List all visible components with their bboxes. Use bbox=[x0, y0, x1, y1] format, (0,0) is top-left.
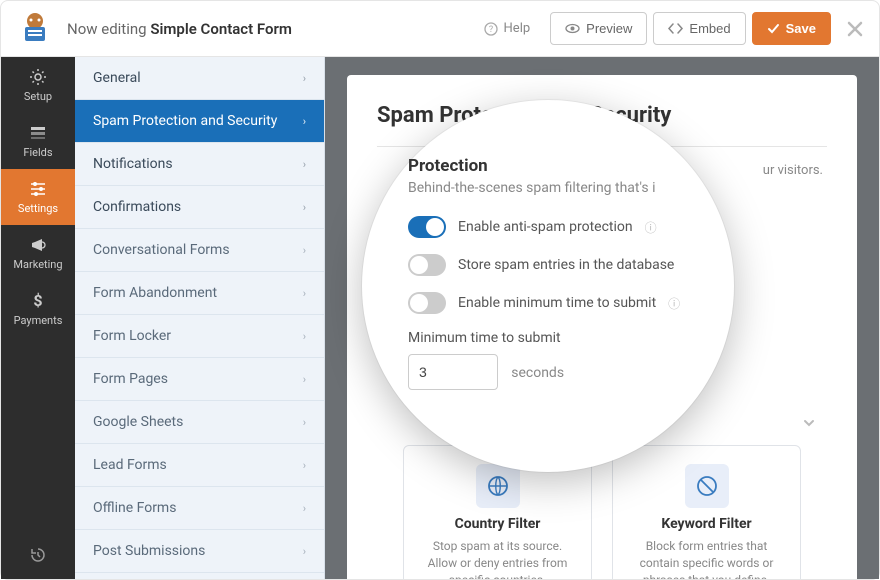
min-time-input[interactable] bbox=[408, 354, 498, 390]
help-icon[interactable]: ⓘ bbox=[645, 219, 657, 236]
sidebar-item-label: Offline Forms bbox=[93, 500, 176, 516]
toggle-store-spam: Store spam entries in the database bbox=[408, 254, 688, 276]
sidebar-item[interactable]: Save and Resume› bbox=[75, 573, 324, 579]
sidebar-item-label: Google Sheets bbox=[93, 414, 183, 430]
help-icon[interactable]: ⓘ bbox=[668, 295, 680, 312]
seconds-label: seconds bbox=[511, 365, 564, 381]
chevron-right-icon: › bbox=[303, 459, 306, 472]
sidebar-item-label: Notifications bbox=[93, 156, 173, 172]
protection-heading: Protection bbox=[408, 156, 688, 176]
sidebar-item[interactable]: Notifications › bbox=[75, 143, 324, 186]
chevron-right-icon: › bbox=[303, 201, 306, 214]
sliders-icon bbox=[29, 180, 47, 198]
toggle-label: Store spam entries in the database bbox=[458, 257, 674, 273]
chevron-right-icon: › bbox=[303, 287, 306, 300]
help-icon: ? bbox=[484, 22, 498, 36]
toggle-label: Enable anti-spam protection bbox=[458, 219, 633, 235]
sidebar-item[interactable]: Conversational Forms › bbox=[75, 229, 324, 272]
embed-button[interactable]: Embed bbox=[653, 12, 745, 45]
block-icon bbox=[685, 464, 729, 508]
now-editing: Now editing Simple Contact Form bbox=[67, 20, 292, 38]
svg-text:$: $ bbox=[33, 292, 42, 310]
sidebar-item[interactable]: Lead Forms › bbox=[75, 444, 324, 487]
globe-block-icon bbox=[476, 464, 520, 508]
chevron-right-icon: › bbox=[303, 72, 306, 85]
gear-icon bbox=[29, 68, 47, 86]
sidebar-item-label: Form Locker bbox=[93, 328, 171, 344]
sidebar-item-label: Post Submissions bbox=[93, 543, 205, 559]
min-time-row: seconds bbox=[408, 354, 688, 390]
rail-marketing[interactable]: Marketing bbox=[1, 225, 75, 281]
code-icon bbox=[668, 21, 683, 36]
rail-setup[interactable]: Setup bbox=[1, 57, 75, 113]
now-editing-prefix: Now editing bbox=[67, 20, 147, 38]
toggle-switch[interactable] bbox=[408, 254, 446, 276]
check-icon bbox=[767, 22, 780, 35]
sidebar-item-label: Conversational Forms bbox=[93, 242, 230, 258]
close-button[interactable] bbox=[847, 21, 863, 37]
sidebar-item[interactable]: Form Locker › bbox=[75, 315, 324, 358]
chevron-right-icon: › bbox=[303, 416, 306, 429]
chevron-right-icon: › bbox=[303, 330, 306, 343]
toggle-switch[interactable] bbox=[408, 216, 446, 238]
chevron-right-icon: › bbox=[303, 115, 306, 128]
chevron-right-icon: › bbox=[303, 158, 306, 171]
chevron-right-icon: › bbox=[303, 244, 306, 257]
card-keyword-filter: Keyword Filter Block form entries that c… bbox=[612, 445, 801, 579]
rail-settings[interactable]: Settings bbox=[1, 169, 75, 225]
form-name[interactable]: Simple Contact Form bbox=[150, 20, 292, 38]
sidebar-item-label: Form Pages bbox=[93, 371, 168, 387]
rail-payments[interactable]: $ Payments bbox=[1, 281, 75, 337]
fields-icon bbox=[29, 124, 47, 142]
eye-icon bbox=[565, 21, 580, 36]
toggle-min-time: Enable minimum time to submit ⓘ bbox=[408, 292, 688, 314]
card-title: Keyword Filter bbox=[629, 516, 784, 532]
chevron-right-icon: › bbox=[303, 502, 306, 515]
magnifier-lens: Protection Behind-the-scenes spam filter… bbox=[362, 100, 734, 472]
sidebar-item[interactable]: Form Pages › bbox=[75, 358, 324, 401]
save-button[interactable]: Save bbox=[752, 12, 831, 45]
rail-fields[interactable]: Fields bbox=[1, 113, 75, 169]
sidebar-item[interactable]: Offline Forms › bbox=[75, 487, 324, 530]
protection-subtext: Behind-the-scenes spam filtering that's … bbox=[408, 180, 688, 196]
card-title: Country Filter bbox=[420, 516, 575, 532]
sidebar-item[interactable]: General › bbox=[75, 57, 324, 100]
help-link[interactable]: ? Help bbox=[484, 21, 531, 36]
toggle-switch[interactable] bbox=[408, 292, 446, 314]
card-desc: Block form entries that contain specific… bbox=[629, 538, 784, 579]
addon-cards: Country Filter Stop spam at its source. … bbox=[403, 445, 801, 579]
wpforms-logo bbox=[17, 11, 53, 47]
chevron-right-icon: › bbox=[303, 545, 306, 558]
history-icon bbox=[29, 546, 47, 564]
top-bar: Now editing Simple Contact Form ? Help P… bbox=[1, 1, 879, 57]
sidebar-item[interactable]: Google Sheets › bbox=[75, 401, 324, 444]
min-time-label: Minimum time to submit bbox=[408, 330, 688, 346]
chevron-right-icon: › bbox=[303, 373, 306, 386]
sidebar-item-label: Spam Protection and Security bbox=[93, 113, 277, 129]
toggle-anti-spam: Enable anti-spam protection ⓘ bbox=[408, 216, 688, 238]
sidebar-item-label: Confirmations bbox=[93, 199, 181, 215]
svg-text:?: ? bbox=[488, 25, 492, 35]
toggle-label: Enable minimum time to submit bbox=[458, 295, 656, 311]
bullhorn-icon bbox=[29, 236, 47, 254]
sidebar-item-label: Lead Forms bbox=[93, 457, 167, 473]
left-rail: Setup Fields Settings Marketing $ Paymen… bbox=[1, 57, 75, 579]
dollar-icon: $ bbox=[29, 292, 47, 310]
settings-sidebar: General›Spam Protection and Security›Not… bbox=[75, 57, 325, 579]
preview-button[interactable]: Preview bbox=[550, 12, 647, 45]
sidebar-item[interactable]: Confirmations › bbox=[75, 186, 324, 229]
revisions-button[interactable] bbox=[1, 531, 75, 579]
sidebar-item[interactable]: Post Submissions › bbox=[75, 530, 324, 573]
sidebar-item[interactable]: Form Abandonment › bbox=[75, 272, 324, 315]
sidebar-item[interactable]: Spam Protection and Security › bbox=[75, 100, 324, 143]
sidebar-item-label: General bbox=[93, 70, 141, 86]
collapse-caret[interactable] bbox=[801, 415, 817, 431]
card-desc: Stop spam at its source. Allow or deny e… bbox=[420, 538, 575, 579]
sidebar-item-label: Form Abandonment bbox=[93, 285, 217, 301]
